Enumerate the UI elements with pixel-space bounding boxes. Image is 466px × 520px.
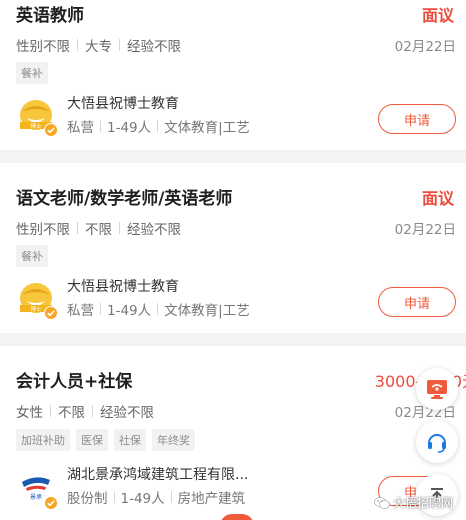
company-industry: 文体教育|工艺 xyxy=(164,303,250,319)
job-title: 英语教师 xyxy=(16,6,84,26)
divider xyxy=(170,491,172,503)
benefit-tag: 医保 xyxy=(76,429,108,451)
divider xyxy=(119,222,120,234)
company-info: 私营 1-49人 文体教育|工艺 xyxy=(67,299,250,319)
verified-check-icon xyxy=(44,123,58,137)
divider xyxy=(100,120,101,132)
watermark-text: 大悟招聘网 xyxy=(393,496,454,510)
divider xyxy=(119,39,120,51)
company-name[interactable]: 大悟县祝博士教育 xyxy=(67,276,179,296)
req-experience: 经验不限 xyxy=(127,39,181,55)
req-gender: 女性 xyxy=(16,405,43,421)
job-salary: 面议 xyxy=(421,6,454,25)
req-education: 不限 xyxy=(58,405,85,421)
divider xyxy=(157,303,159,315)
req-experience: 经验不限 xyxy=(127,222,181,238)
watermark: 大悟招聘网 xyxy=(374,494,453,511)
benefit-tags: 加班补助 医保 社保 年终奖 xyxy=(16,429,195,451)
job-requirements: 性别不限 大专 经验不限 xyxy=(16,35,181,55)
divider xyxy=(92,405,93,417)
verified-check-icon xyxy=(44,496,58,510)
benefit-tag: 年终奖 xyxy=(152,429,195,451)
divider xyxy=(77,222,78,234)
company-size: 1-49人 xyxy=(120,491,165,507)
benefit-tag: 餐补 xyxy=(16,245,48,267)
divider xyxy=(77,39,78,51)
logo-text: 博士 xyxy=(30,122,42,130)
company-size: 1-49人 xyxy=(107,303,152,319)
company-name[interactable]: 大悟县祝博士教育 xyxy=(67,93,179,113)
company-industry: 房地产建筑 xyxy=(177,491,246,507)
logo-text: 景承 xyxy=(30,493,42,501)
req-gender: 性别不限 xyxy=(16,39,70,55)
benefit-tag: 加班补助 xyxy=(16,429,70,451)
headset-icon xyxy=(428,434,446,453)
job-requirements: 女性 不限 经验不限 xyxy=(16,401,154,421)
company-type: 私营 xyxy=(67,120,94,136)
req-experience: 经验不限 xyxy=(100,405,154,421)
monitor-icon xyxy=(427,380,447,399)
apply-button[interactable]: 申请 xyxy=(378,287,456,317)
apply-button[interactable]: 申请 xyxy=(378,104,456,134)
divider xyxy=(157,120,159,132)
logo-text: 博士 xyxy=(30,305,42,313)
job-requirements: 性别不限 不限 经验不限 xyxy=(16,218,181,238)
benefit-tag: 社保 xyxy=(114,429,146,451)
divider xyxy=(50,405,51,417)
company-logo[interactable]: 景承 xyxy=(16,469,58,510)
req-education: 大专 xyxy=(85,39,112,55)
company-industry: 文体教育|工艺 xyxy=(164,120,250,136)
company-type: 股份制 xyxy=(67,491,108,507)
monitor-button[interactable] xyxy=(416,368,458,410)
company-info: 私营 1-49人 文体教育|工艺 xyxy=(67,116,250,136)
benefit-tags: 餐补 xyxy=(16,245,48,267)
divider xyxy=(100,303,101,315)
job-card[interactable]: 语文老师/数学老师/英语老师 面议 性别不限 不限 经验不限 02月22日 餐补… xyxy=(0,163,466,333)
job-salary: 面议 xyxy=(421,189,454,208)
company-name[interactable]: 湖北景承鸿域建筑工程有限... xyxy=(67,464,248,484)
verified-check-icon xyxy=(44,306,58,320)
wechat-icon xyxy=(374,496,390,509)
req-gender: 性别不限 xyxy=(16,222,70,238)
company-info: 股份制 1-49人 房地产建筑 xyxy=(67,487,245,507)
post-date: 02月22日 xyxy=(394,222,456,238)
job-card[interactable]: 英语教师 面议 性别不限 大专 经验不限 02月22日 餐补 博士 大悟县祝博士… xyxy=(0,0,466,150)
company-size: 1-49人 xyxy=(107,120,152,136)
company-type: 私营 xyxy=(67,303,94,319)
job-title: 会计人员+社保 xyxy=(16,372,133,392)
job-title: 语文老师/数学老师/英语老师 xyxy=(16,189,233,209)
company-logo[interactable]: 博士 xyxy=(16,96,58,137)
customer-service-button[interactable] xyxy=(416,421,458,463)
benefit-tag: 餐补 xyxy=(16,62,48,84)
divider xyxy=(113,491,115,503)
company-logo[interactable]: 博士 xyxy=(16,279,58,320)
req-education: 不限 xyxy=(85,222,112,238)
benefit-tags: 餐补 xyxy=(16,62,48,84)
post-date: 02月22日 xyxy=(394,39,456,55)
